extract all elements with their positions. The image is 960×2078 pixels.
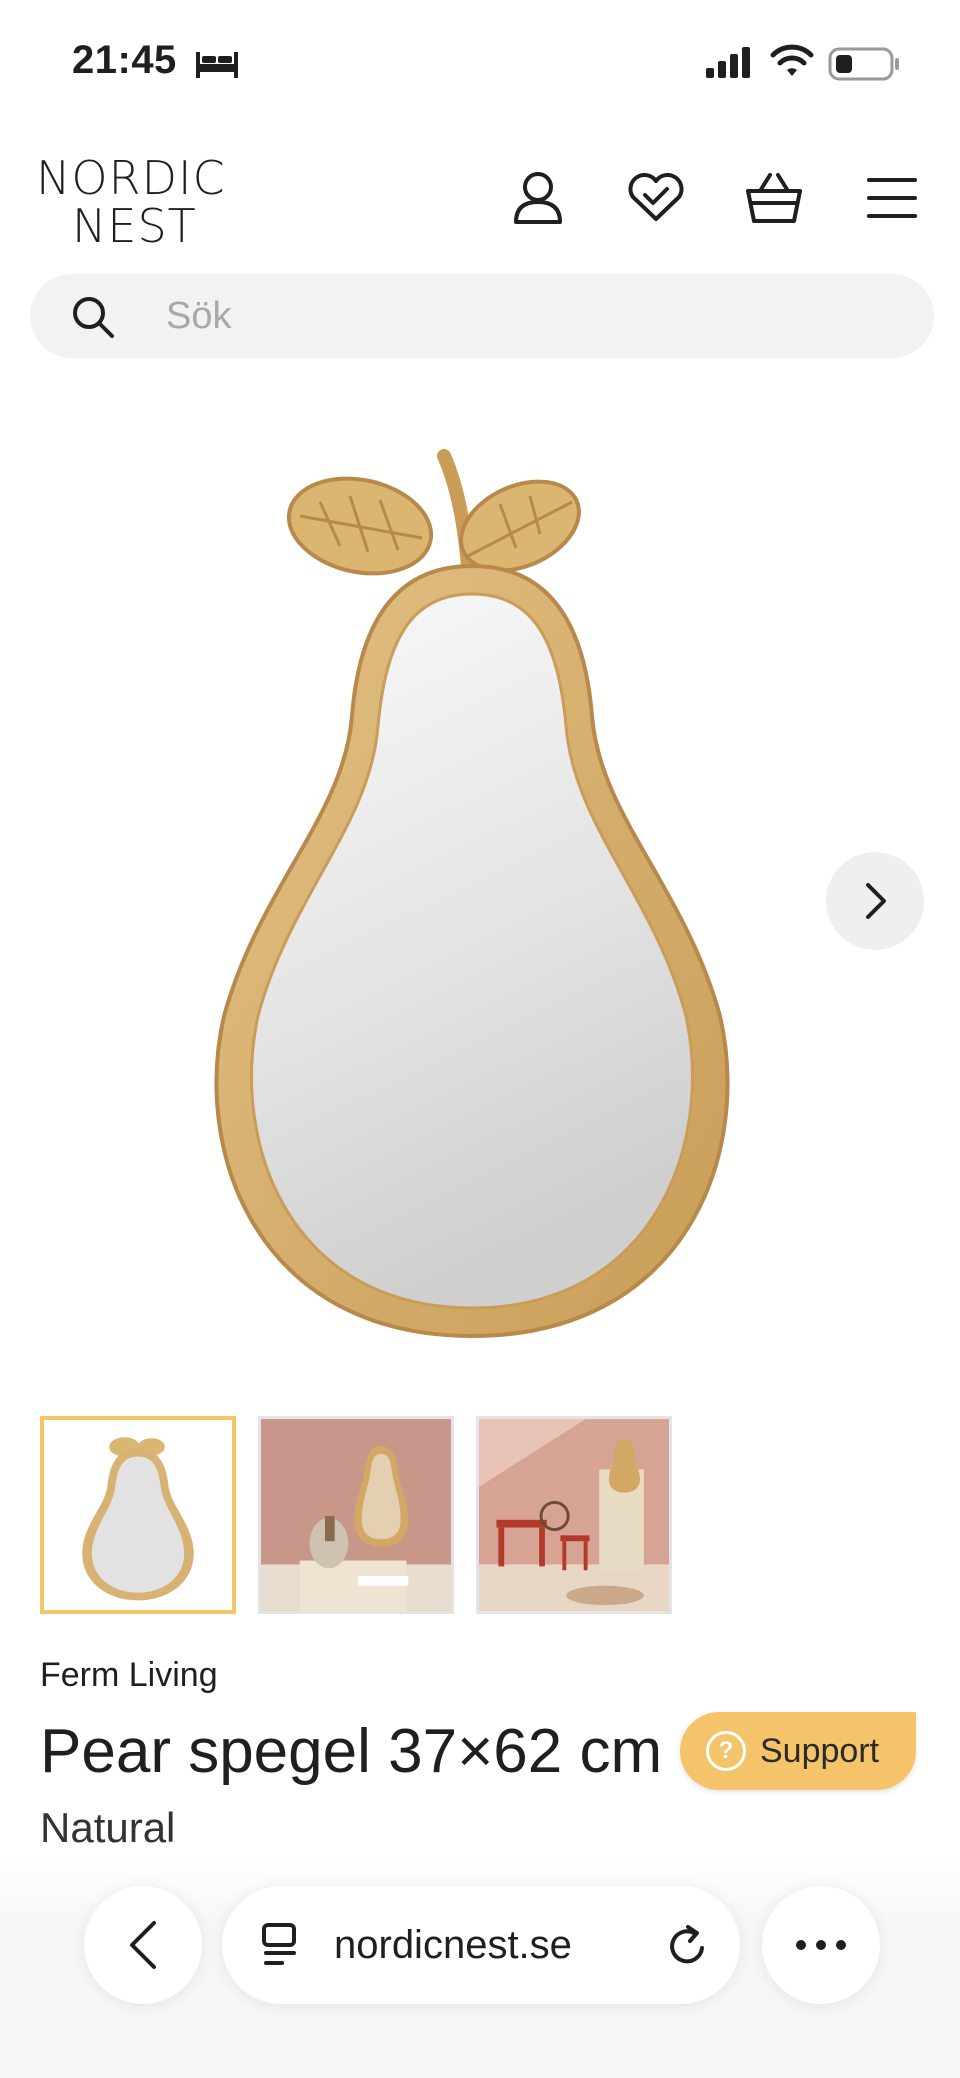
cart-button[interactable] [742,166,806,230]
thumbnail-3[interactable] [476,1416,672,1614]
thumbnail-kids-room-image [479,1419,669,1611]
menu-button[interactable] [860,166,924,230]
thumbnail-pear-mirror-image [44,1420,232,1610]
thumbnail-2[interactable] [258,1416,454,1614]
signal-icon [706,47,750,78]
bed-icon [196,52,238,78]
status-time: 21:45 [72,38,177,82]
status-bar: 21:45 [0,0,960,130]
battery-icon [828,47,899,81]
support-label: Support [760,1731,880,1770]
url-text: nordicnest.se [334,1922,572,1967]
browser-more-button[interactable] [762,1886,880,2004]
search-icon [73,297,114,338]
wifi-icon [770,44,814,76]
carousel-next-button[interactable] [826,852,924,950]
product-variant: Natural [40,1804,176,1851]
search-input[interactable] [166,274,866,358]
thumbnail-1[interactable] [40,1416,236,1614]
account-button[interactable] [506,166,570,230]
support-button[interactable]: ? Support [680,1712,916,1790]
wishlist-button[interactable] [624,166,688,230]
menu-icon [867,178,917,218]
reader-mode-icon [262,1923,296,1965]
chevron-right-icon [866,883,886,919]
search-bar[interactable] [30,274,934,358]
reload-icon[interactable] [666,1924,710,1968]
wishlist-icon [628,173,684,221]
browser-back-button[interactable] [84,1886,202,2004]
logo-line-2: NEST [72,199,197,253]
chevron-left-icon [130,1921,156,1969]
product-image [214,449,730,1339]
site-header: NORDIC NEST [0,140,960,260]
account-icon [514,172,562,224]
browser-toolbar: nordicnest.se [0,1856,960,2078]
product-brand[interactable]: Ferm Living [40,1656,218,1695]
logo-line-1: NORDIC [36,151,226,205]
address-bar[interactable]: nordicnest.se [222,1886,740,2004]
more-icon [796,1940,846,1950]
help-icon: ? [706,1731,746,1771]
nordic-nest-logo[interactable]: NORDIC NEST [36,154,236,250]
product-title: Pear spegel 37×62 cm [40,1717,663,1786]
cart-icon [746,173,802,223]
thumbnail-room-image [261,1419,451,1611]
product-image-carousel[interactable] [0,400,960,1380]
thumbnail-strip [40,1416,672,1614]
